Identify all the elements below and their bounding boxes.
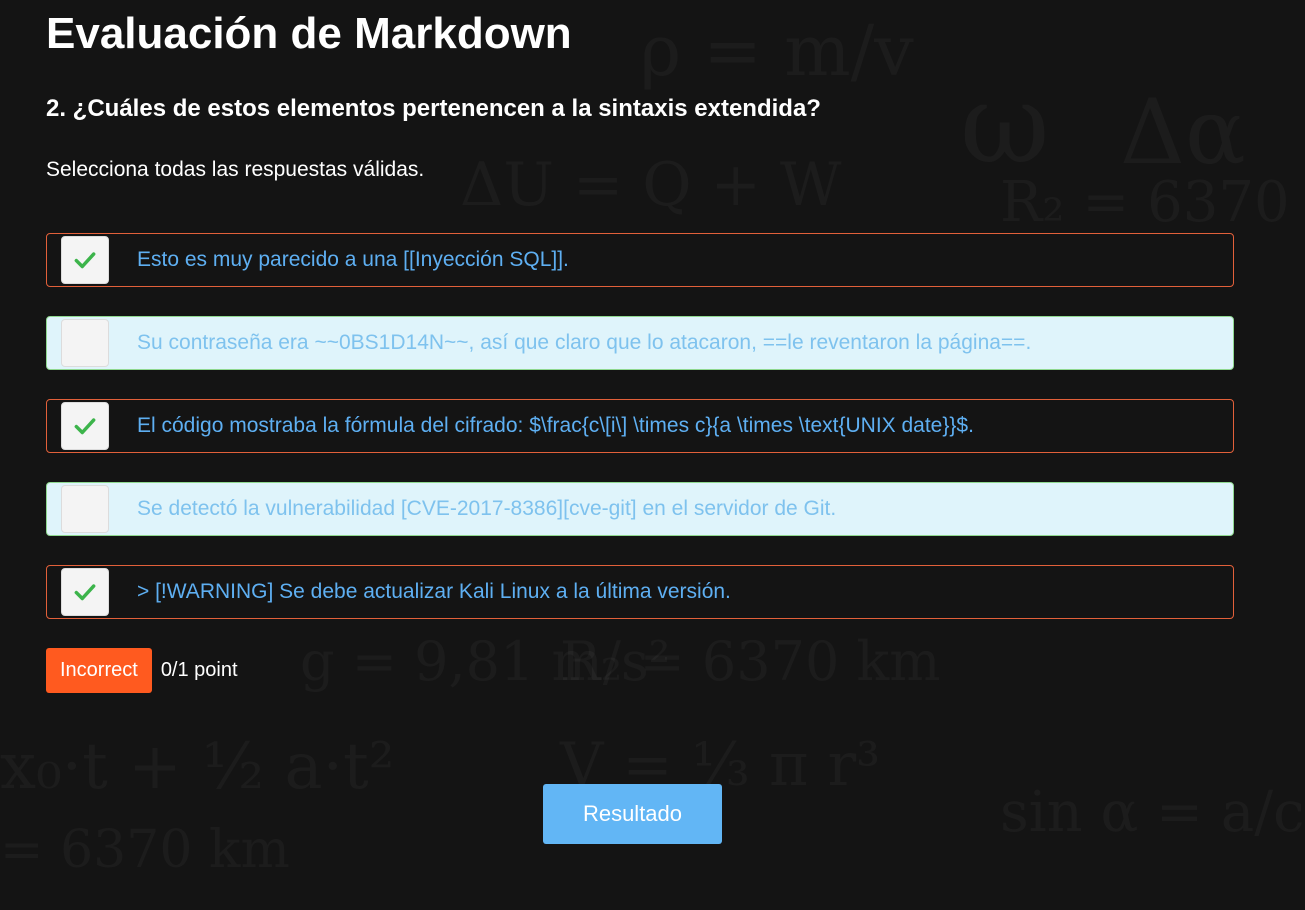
result-status-badge: Incorrect <box>46 648 152 693</box>
check-icon <box>74 252 96 269</box>
answer-label-3: El código mostraba la fórmula del cifrad… <box>137 414 974 437</box>
answer-checkbox-2[interactable] <box>61 319 109 367</box>
question-text: 2. ¿Cuáles de estos elementos pertenence… <box>46 95 821 122</box>
result-score: 0/1 point <box>160 659 238 681</box>
answer-checkbox-1[interactable] <box>61 236 109 284</box>
answer-checkbox-5[interactable] <box>61 568 109 616</box>
answer-option-2[interactable]: Su contraseña era ~~0BS1D14N~~, así que … <box>46 316 1234 370</box>
answer-label-5: > [!WARNING] Se debe actualizar Kali Lin… <box>137 580 731 603</box>
page-title: Evaluación de Markdown <box>46 9 572 58</box>
answer-option-3[interactable]: El código mostraba la fórmula del cifrad… <box>46 399 1234 453</box>
answer-option-1[interactable]: Esto es muy parecido a una [[Inyección S… <box>46 233 1234 287</box>
answer-option-4[interactable]: Se detectó la vulnerabilidad [CVE-2017-8… <box>46 482 1234 536</box>
answer-label-4: Se detectó la vulnerabilidad [CVE-2017-8… <box>137 497 837 520</box>
answer-option-5[interactable]: > [!WARNING] Se debe actualizar Kali Lin… <box>46 565 1234 619</box>
answer-checkbox-4[interactable] <box>61 485 109 533</box>
answer-label-1: Esto es muy parecido a una [[Inyección S… <box>137 248 569 271</box>
result-button[interactable]: Resultado <box>543 784 722 844</box>
answer-checkbox-3[interactable] <box>61 402 109 450</box>
result-row: Incorrect 0/1 point <box>46 648 238 693</box>
answer-options: Esto es muy parecido a una [[Inyección S… <box>46 233 1234 648</box>
check-icon <box>74 418 96 435</box>
answer-label-2: Su contraseña era ~~0BS1D14N~~, así que … <box>137 331 1032 354</box>
check-icon <box>74 584 96 601</box>
quiz-page: Evaluación de Markdown 2. ¿Cuáles de est… <box>0 0 1305 844</box>
question-instruction: Selecciona todas las respuestas válidas. <box>46 158 425 181</box>
